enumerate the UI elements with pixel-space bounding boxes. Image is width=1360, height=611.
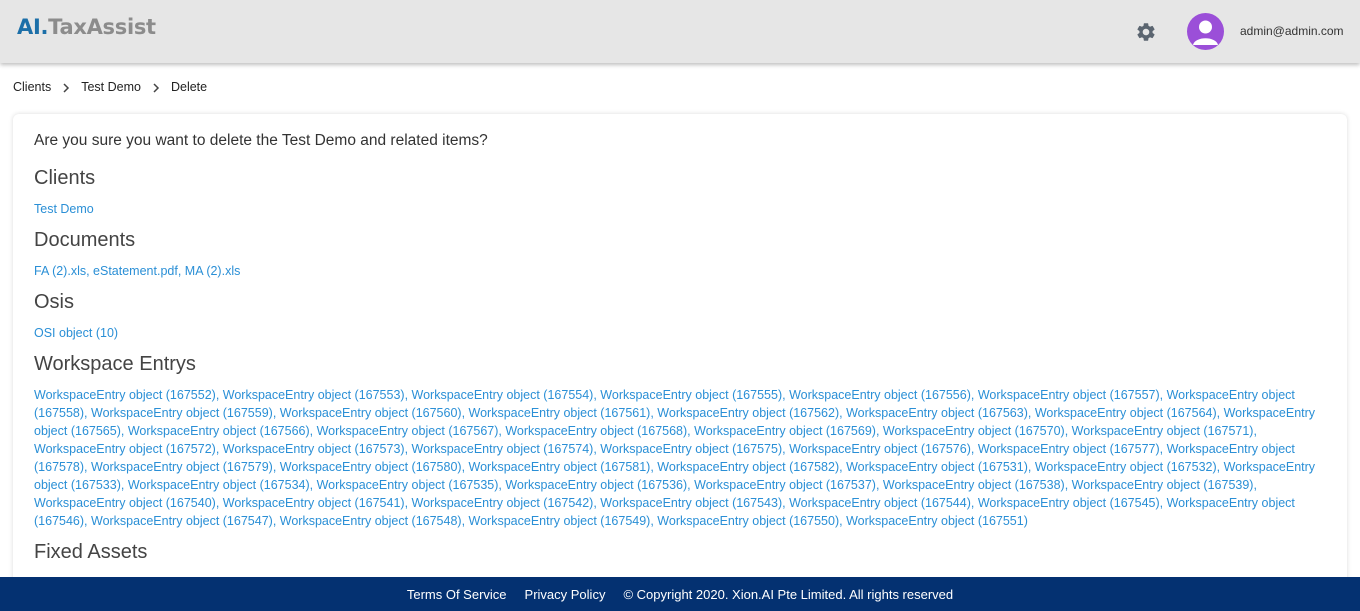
related-item-link[interactable]: WorkspaceEntry object (167577) [978,442,1160,456]
terms-of-service-link[interactable]: Terms Of Service [407,587,507,602]
app-logo[interactable]: AI.TaxAssist [17,15,156,39]
clients-list: Test Demo [34,200,1326,218]
related-item-link[interactable]: WorkspaceEntry object (167559) [91,406,273,420]
related-item-link[interactable]: WorkspaceEntry object (167534) [128,478,310,492]
related-item-link[interactable]: OSI object (10) [34,326,118,340]
related-item-link[interactable]: WorkspaceEntry object (167545) [978,496,1160,510]
related-item-link[interactable]: WorkspaceEntry object (167535) [317,478,499,492]
confirm-message: Are you sure you want to delete the Test… [34,132,488,149]
related-item-link[interactable]: WorkspaceEntry object (167561) [469,406,651,420]
related-item-link[interactable]: WorkspaceEntry object (167556) [789,388,971,402]
chevron-right-icon [141,80,171,94]
related-item-link[interactable]: WorkspaceEntry object (167566) [128,424,310,438]
breadcrumb: Clients Test Demo Delete [13,80,207,94]
related-item-link[interactable]: WorkspaceEntry object (167550) [657,514,839,528]
section-title-fixed-assets: Fixed Assets [34,541,148,563]
related-item-link[interactable]: WorkspaceEntry object (167573) [223,442,405,456]
related-item-link[interactable]: eStatement.pdf [93,264,178,278]
top-header: AI.TaxAssist admin@admin.com [0,0,1360,63]
related-item-link[interactable]: WorkspaceEntry object (167576) [789,442,971,456]
related-item-link[interactable]: WorkspaceEntry object (167543) [600,496,782,510]
related-item-link[interactable]: WorkspaceEntry object (167568) [505,424,687,438]
related-item-link[interactable]: WorkspaceEntry object (167536) [505,478,687,492]
related-item-link[interactable]: WorkspaceEntry object (167560) [280,406,462,420]
related-item-link[interactable]: WorkspaceEntry object (167567) [317,424,499,438]
related-item-link[interactable]: WorkspaceEntry object (167532) [1035,460,1217,474]
related-item-link[interactable]: WorkspaceEntry object (167539) [1072,478,1254,492]
related-item-link[interactable]: WorkspaceEntry object (167537) [694,478,876,492]
related-item-link[interactable]: WorkspaceEntry object (167564) [1035,406,1217,420]
footer: Terms Of Service Privacy Policy © Copyri… [0,577,1360,611]
osis-list: OSI object (10) [34,324,1326,342]
related-item-link[interactable]: WorkspaceEntry object (167548) [280,514,462,528]
logo-ai-text: AI. [17,15,49,39]
related-item-link[interactable]: WorkspaceEntry object (167575) [600,442,782,456]
copyright-text: © Copyright 2020. Xion.AI Pte Limited. A… [623,586,954,602]
related-item-link[interactable]: WorkspaceEntry object (167580) [280,460,462,474]
related-item-link[interactable]: WorkspaceEntry object (167562) [657,406,839,420]
workspace-entrys-list: WorkspaceEntry object (167552), Workspac… [34,388,1316,528]
related-item-link[interactable]: WorkspaceEntry object (167571) [1072,424,1254,438]
breadcrumb-test-demo[interactable]: Test Demo [81,80,141,94]
related-item-link[interactable]: WorkspaceEntry object (167569) [694,424,876,438]
user-email[interactable]: admin@admin.com [1240,24,1344,38]
section-title-clients: Clients [34,167,96,189]
related-item-link[interactable]: WorkspaceEntry object (167570) [883,424,1065,438]
related-item-link[interactable]: WorkspaceEntry object (167538) [883,478,1065,492]
section-title-workspace-entrys: Workspace Entrys [34,353,196,375]
documents-list: FA (2).xls, eStatement.pdf, MA (2).xls [34,264,241,278]
related-item-link[interactable]: WorkspaceEntry object (167555) [600,388,782,402]
related-item-link[interactable]: WorkspaceEntry object (167549) [469,514,651,528]
related-item-link[interactable]: WorkspaceEntry object (167557) [978,388,1160,402]
chevron-right-icon [51,80,81,94]
related-item-link[interactable]: Test Demo [34,202,94,216]
user-avatar-icon[interactable] [1187,13,1224,50]
gear-icon[interactable] [1135,21,1157,43]
related-item-link[interactable]: WorkspaceEntry object (167544) [789,496,971,510]
related-item-link[interactable]: WorkspaceEntry object (167581) [469,460,651,474]
related-item-link[interactable]: WorkspaceEntry object (167541) [223,496,405,510]
related-item-link[interactable]: WorkspaceEntry object (167574) [412,442,594,456]
related-item-link[interactable]: WorkspaceEntry object (167554) [412,388,594,402]
breadcrumb-delete: Delete [170,80,208,94]
related-item-link[interactable]: WorkspaceEntry object (167551) [846,514,1028,528]
breadcrumb-clients[interactable]: Clients [13,80,51,94]
related-item-link[interactable]: WorkspaceEntry object (167542) [412,496,594,510]
delete-confirmation-card: Are you sure you want to delete the Test… [13,114,1347,584]
related-item-link[interactable]: WorkspaceEntry object (167547) [91,514,273,528]
related-item-link[interactable]: WorkspaceEntry object (167579) [91,460,273,474]
related-item-link[interactable]: WorkspaceEntry object (167540) [34,496,216,510]
related-item-link[interactable]: WorkspaceEntry object (167553) [223,388,405,402]
related-item-link[interactable]: WorkspaceEntry object (167582) [657,460,839,474]
related-item-link[interactable]: WorkspaceEntry object (167531) [846,460,1028,474]
related-item-link[interactable]: WorkspaceEntry object (167572) [34,442,216,456]
section-title-documents: Documents [34,229,136,251]
logo-brand-text: TaxAssist [48,15,156,39]
related-item-link[interactable]: WorkspaceEntry object (167552) [34,388,216,402]
related-item-link[interactable]: WorkspaceEntry object (167563) [846,406,1028,420]
related-item-link[interactable]: MA (2).xls [185,264,241,278]
privacy-policy-link[interactable]: Privacy Policy [525,587,606,602]
related-item-link[interactable]: FA (2).xls [34,264,86,278]
section-title-osis: Osis [34,291,74,313]
